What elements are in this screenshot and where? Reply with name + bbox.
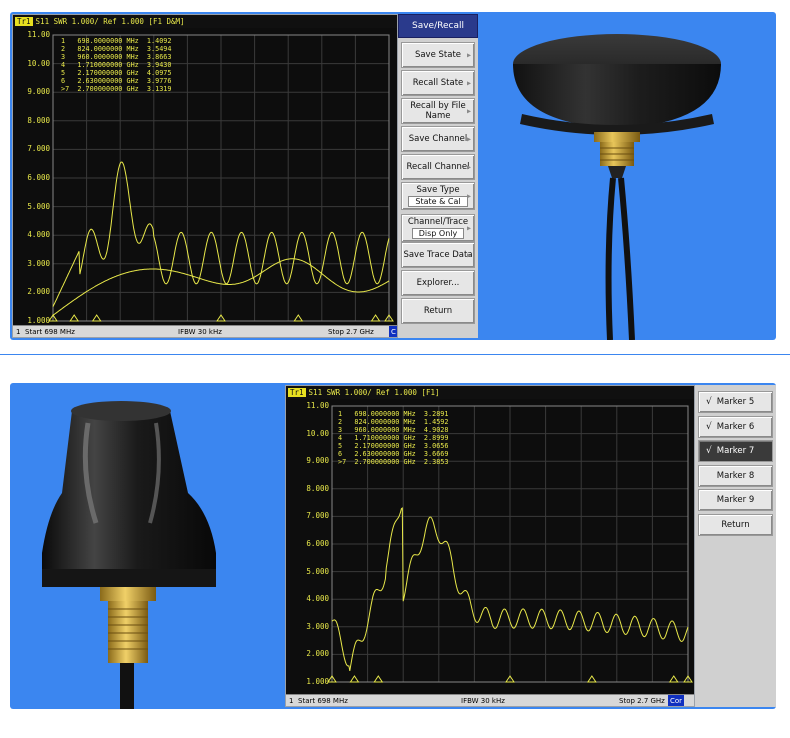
submenu-arrow-icon: ▸ xyxy=(466,134,471,144)
marker-readout: 2 824.0000000 MHz 1.4592 xyxy=(338,418,449,426)
softkey-label: Marker 7 xyxy=(716,446,755,456)
softkey-value: Disp Only xyxy=(411,228,465,239)
checkmark-icon: √ xyxy=(706,397,712,407)
checkmark-icon: √ xyxy=(706,446,712,456)
softkey-marker-7[interactable]: √ Marker 7 xyxy=(698,440,773,462)
softkey-return[interactable]: Return xyxy=(698,513,773,536)
marker-readout: >7 2.700000000 GHz 2.3853 xyxy=(338,458,449,466)
puck-antenna-photo xyxy=(482,12,776,340)
marker-readout: 1 698.0000000 MHz 3.2891 xyxy=(338,410,449,418)
marker-readout: 5 2.170000000 GHz 4.0975 xyxy=(61,69,172,77)
softkey-explorer[interactable]: Explorer... xyxy=(401,270,475,296)
softkey-title: Save/Recall xyxy=(398,14,478,38)
softkey-label: Return xyxy=(721,519,750,530)
status-channel: 1 xyxy=(16,328,21,336)
softkey-label: Save State xyxy=(414,50,462,60)
status-ifbw: IFBW 30 kHz xyxy=(178,328,222,336)
softkey-label: Recall by File Name xyxy=(410,101,466,121)
submenu-arrow-icon: ▸ xyxy=(466,106,471,116)
submenu-arrow-icon: ▸ xyxy=(466,191,471,201)
softkey-save-trace-data[interactable]: Save Trace Data ▸ xyxy=(401,242,475,268)
softkey-save-state[interactable]: Save State ▸ xyxy=(401,42,475,68)
submenu-arrow-icon: ▸ xyxy=(466,78,471,88)
softkey-label: Save Type xyxy=(416,185,460,195)
status-stop: Stop 2.7 GHz xyxy=(619,697,665,705)
softkey-label: Marker 9 xyxy=(716,495,755,505)
softkey-recall-state[interactable]: Recall State ▸ xyxy=(401,70,475,96)
softkey-return[interactable]: Return xyxy=(401,298,475,324)
status-bar-2: 1 Start 698 MHz IFBW 30 kHz Stop 2.7 GHz… xyxy=(286,694,694,706)
marker-readout: 2 824.0000000 MHz 3.5494 xyxy=(61,45,172,53)
section-divider xyxy=(0,354,790,355)
status-ifbw: IFBW 30 kHz xyxy=(461,697,505,705)
status-channel: 1 xyxy=(289,697,294,705)
submenu-arrow-icon: ▸ xyxy=(466,250,471,260)
softkey-save-type[interactable]: Save Type State & Cal ▸ xyxy=(401,182,475,210)
dome-antenna-photo xyxy=(10,383,280,709)
submenu-arrow-icon: ▸ xyxy=(466,223,471,233)
softkey-label: Channel/Trace xyxy=(407,217,469,227)
status-start: Start 698 MHz xyxy=(25,328,75,336)
softkey-label: Return xyxy=(423,306,453,316)
product-panel-top: Tr1 S11 SWR 1.000/ Ref 1.000 [F1 D&M] 11.… xyxy=(10,12,776,340)
marker-triangle-icon[interactable] xyxy=(668,675,679,683)
marker-readout: 4 1.710000000 GHz 2.8999 xyxy=(338,434,449,442)
submenu-arrow-icon: ▸ xyxy=(466,162,471,172)
marker-triangle-icon[interactable] xyxy=(373,675,384,683)
marker-readout: 4 1.710000000 GHz 3.9430 xyxy=(61,61,172,69)
softkey-label: Marker 8 xyxy=(716,470,755,481)
marker-triangle-icon[interactable] xyxy=(586,675,597,683)
softkey-marker-6[interactable]: √ Marker 6 xyxy=(698,415,773,438)
status-stop: Stop 2.7 GHz xyxy=(328,328,374,336)
softkey-label: Marker 5 xyxy=(716,397,755,407)
softkey-label: Save Trace Data xyxy=(403,250,473,260)
submenu-arrow-icon: ▸ xyxy=(466,50,471,60)
status-bar-1: 1 Start 698 MHz IFBW 30 kHz Stop 2.7 GHz… xyxy=(13,325,397,337)
marker-readout: 6 2.630000000 GHz 3.6669 xyxy=(338,450,449,458)
product-panel-bottom: Tr1 S11 SWR 1.000/ Ref 1.000 [F1] 11.00 10… xyxy=(10,383,776,709)
softkey-label: Recall Channel xyxy=(406,162,470,172)
softkey-marker-5[interactable]: √ Marker 5 xyxy=(698,391,773,413)
softkey-save-channel[interactable]: Save Channel ▸ xyxy=(401,126,475,152)
softkey-value: State & Cal xyxy=(408,196,468,207)
marker-triangle-icon[interactable] xyxy=(293,314,304,322)
softkey-label: Recall State xyxy=(412,78,464,88)
checkmark-icon: √ xyxy=(706,421,712,432)
marker-table-2: 1 698.0000000 MHz 3.2891 2 824.0000000 MH… xyxy=(338,410,449,466)
status-cor[interactable]: C xyxy=(389,326,397,337)
softkey-label: Marker 6 xyxy=(716,421,755,432)
softkey-panel-2: √ Marker 5 √ Marker 6 √ Marker 7 Marker 8 Marke… xyxy=(695,385,776,707)
marker-triangle-icon[interactable] xyxy=(91,314,102,322)
marker-readout: 1 698.0000000 MHz 1.4092 xyxy=(61,37,172,45)
marker-table-1: 1 698.0000000 MHz 1.4092 2 824.0000000 MH… xyxy=(61,37,172,93)
marker-readout: 3 960.0000000 MHz 3.8663 xyxy=(61,53,172,61)
marker-triangle-icon[interactable] xyxy=(349,675,360,683)
vna-display-2: Tr1 S11 SWR 1.000/ Ref 1.000 [F1] 11.00 10… xyxy=(285,385,695,707)
marker-triangle-icon[interactable] xyxy=(69,314,80,322)
softkey-channel-trace[interactable]: Channel/Trace Disp Only ▸ xyxy=(401,214,475,242)
vna-display-1: Tr1 S11 SWR 1.000/ Ref 1.000 [F1 D&M] 11.… xyxy=(12,14,398,338)
marker-readout: 3 960.0000000 MHz 4.9028 xyxy=(338,426,449,434)
softkey-label: Save Channel xyxy=(408,134,468,144)
status-start: Start 698 MHz xyxy=(298,697,348,705)
marker-triangle-icon[interactable] xyxy=(370,314,381,322)
marker-readout: 5 2.170000000 GHz 3.0656 xyxy=(338,442,449,450)
softkey-marker-9[interactable]: Marker 9 xyxy=(698,489,773,511)
softkey-label: Explorer... xyxy=(416,278,460,288)
marker-readout: 6 2.630000000 GHz 3.9776 xyxy=(61,77,172,85)
status-cor[interactable]: Cor xyxy=(668,695,685,706)
softkey-recall-by-file-name[interactable]: Recall by File Name ▸ xyxy=(401,98,475,124)
softkey-recall-channel[interactable]: Recall Channel ▸ xyxy=(401,154,475,180)
marker-readout: >7 2.700000000 GHz 3.1319 xyxy=(61,85,172,93)
softkey-panel-1: Save/Recall Save State ▸ Recall State ▸ Reca… xyxy=(398,14,478,338)
softkey-marker-8[interactable]: Marker 8 xyxy=(698,464,773,487)
